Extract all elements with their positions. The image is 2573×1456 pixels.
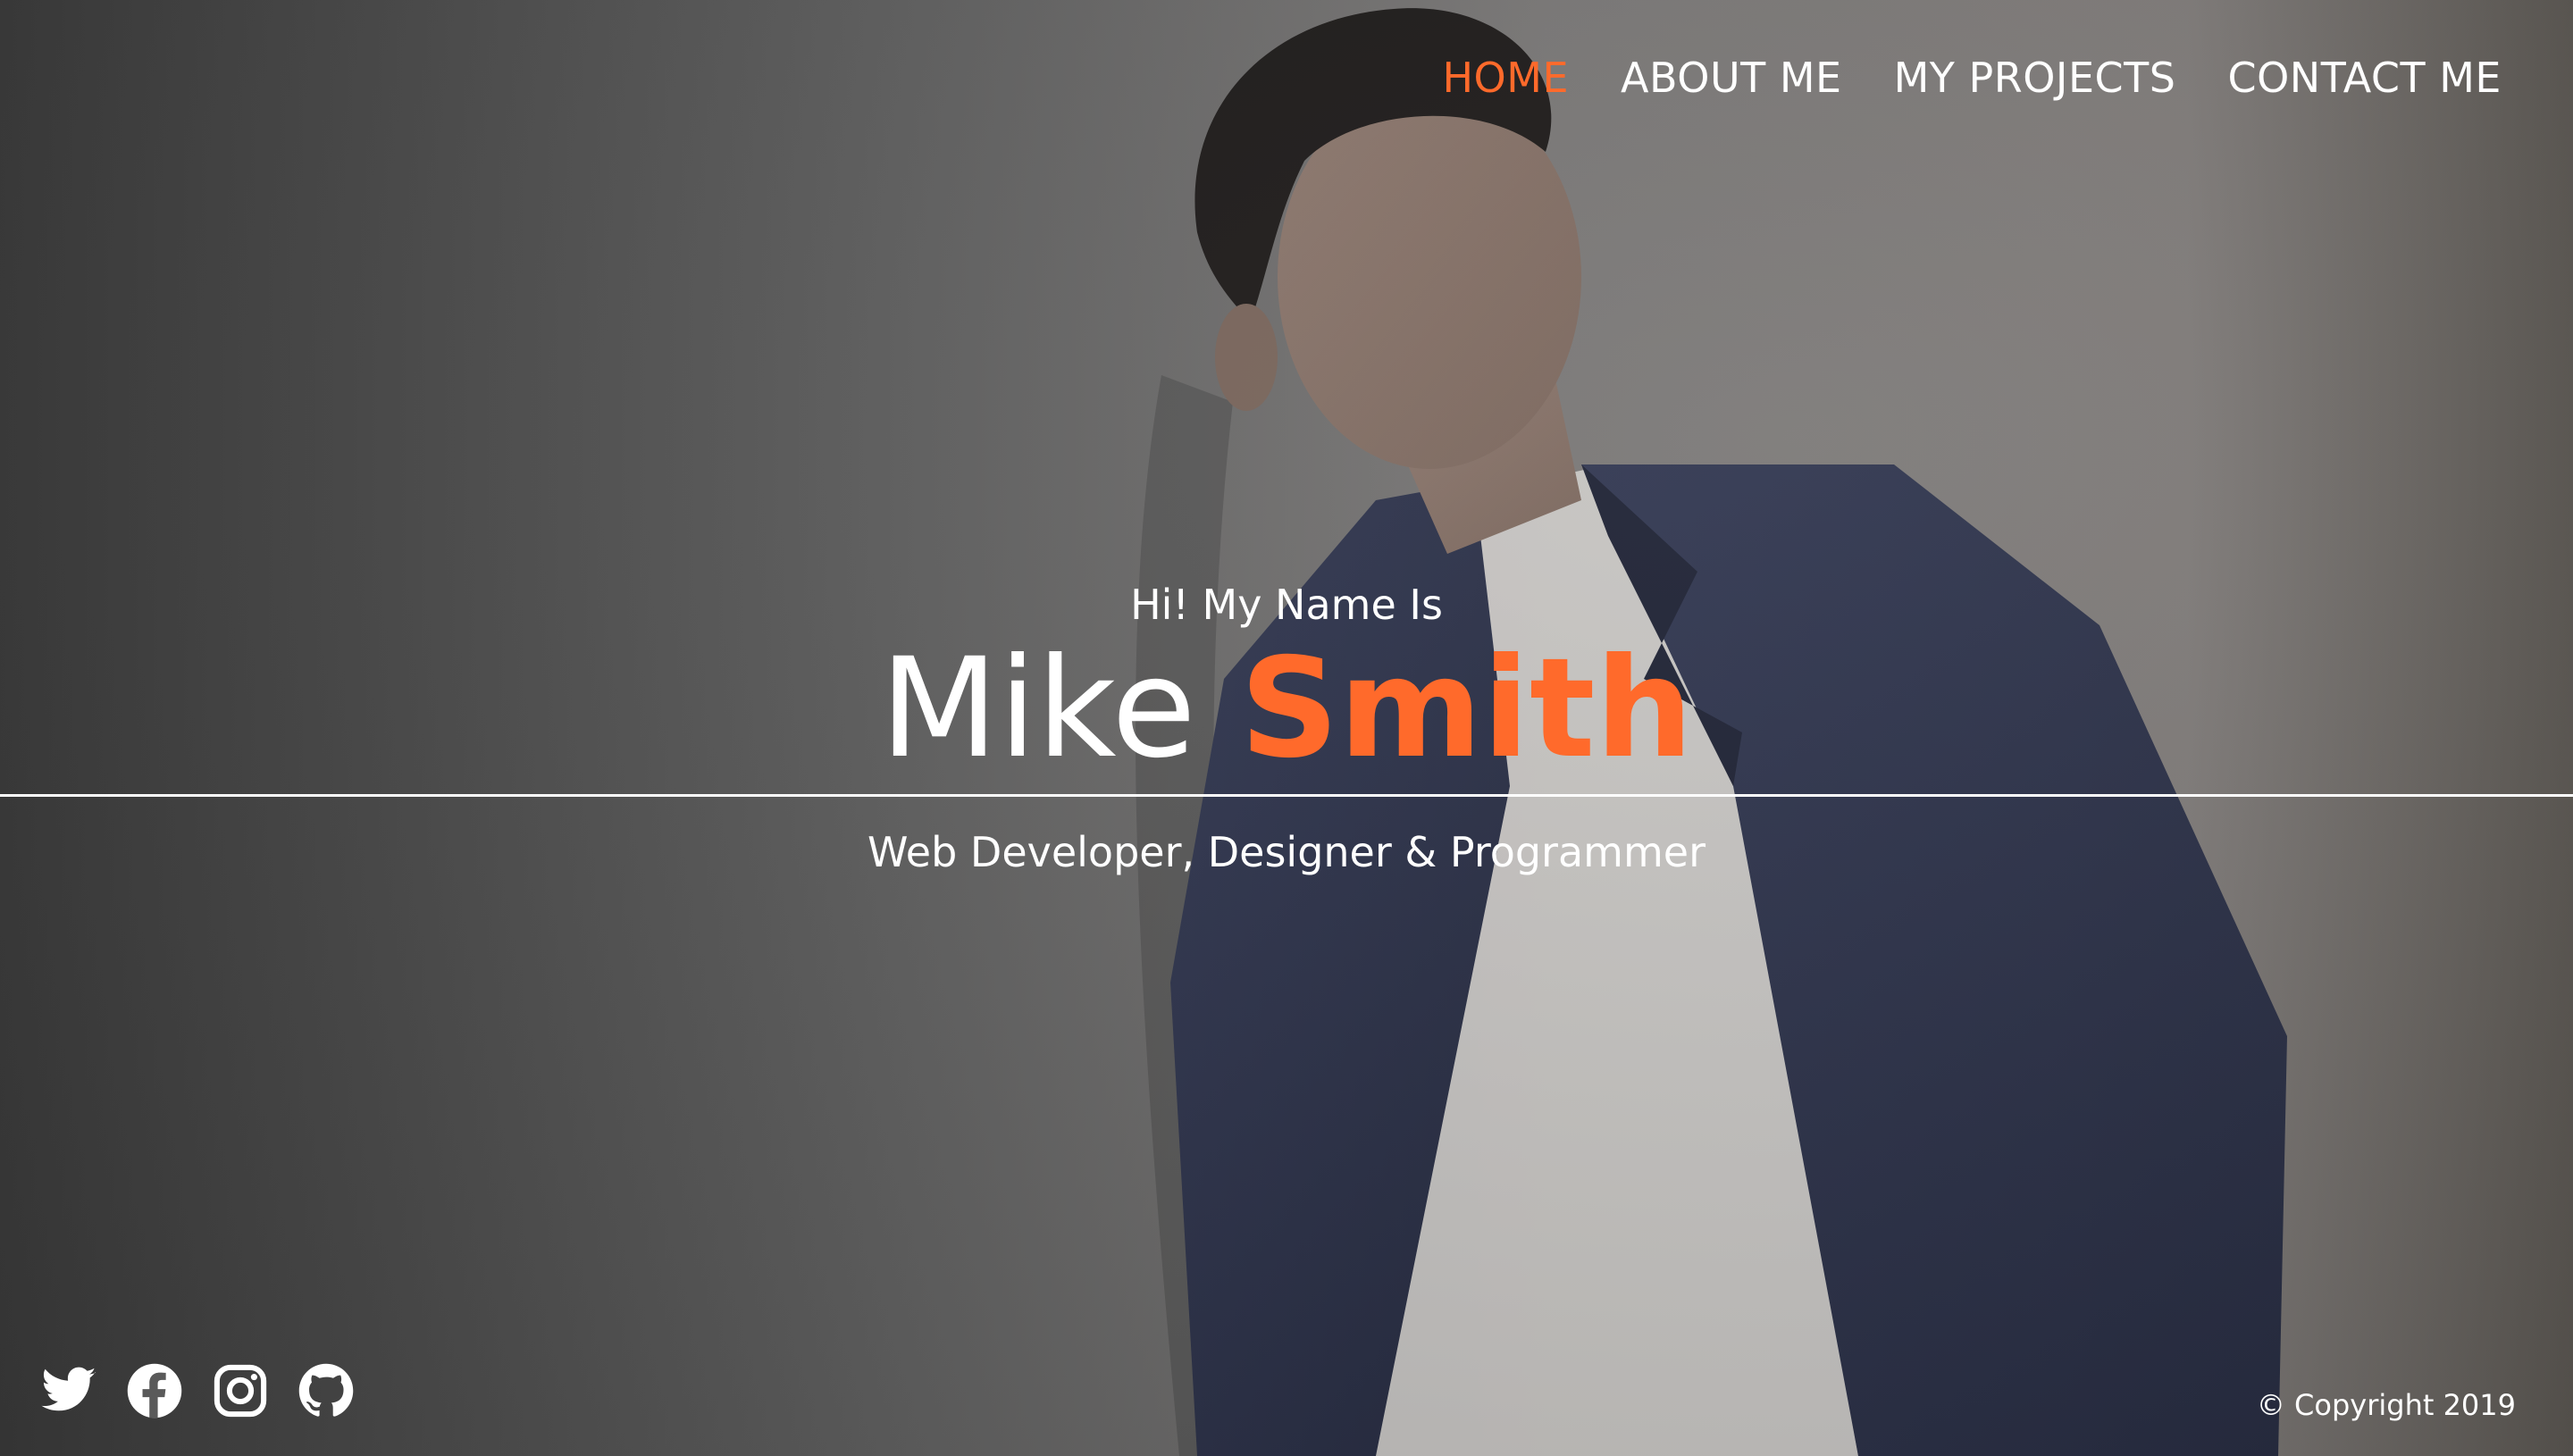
nav-item-contact-me[interactable]: CONTACT ME [2227, 54, 2502, 102]
greeting-text: Hi! My Name Is [1130, 581, 1443, 629]
instagram-icon[interactable] [211, 1361, 270, 1420]
github-icon[interactable] [297, 1361, 356, 1420]
copyright-text: © Copyright 2019 [2256, 1388, 2516, 1422]
nav-item-about-me[interactable]: ABOUT ME [1621, 54, 1842, 102]
nav-item-home[interactable]: HOME [1442, 54, 1569, 102]
hero-divider [0, 794, 2573, 797]
last-name: Smith [1239, 629, 1694, 789]
twitter-icon[interactable] [39, 1361, 98, 1420]
nav-item-my-projects[interactable]: MY PROJECTS [1894, 54, 2176, 102]
hero-name: Mike Smith [0, 633, 2573, 785]
social-links [39, 1361, 356, 1420]
first-name: Mike [879, 629, 1196, 789]
hero-section: HOME ABOUT ME MY PROJECTS CONTACT ME Hi!… [0, 0, 2573, 1456]
hero-intro: Hi! My Name Is Mike Smith [0, 576, 2573, 785]
hero-subtitle: Web Developer, Designer & Programmer [867, 828, 1706, 876]
facebook-icon[interactable] [125, 1361, 184, 1420]
main-navigation: HOME ABOUT ME MY PROJECTS CONTACT ME [1442, 54, 2502, 102]
